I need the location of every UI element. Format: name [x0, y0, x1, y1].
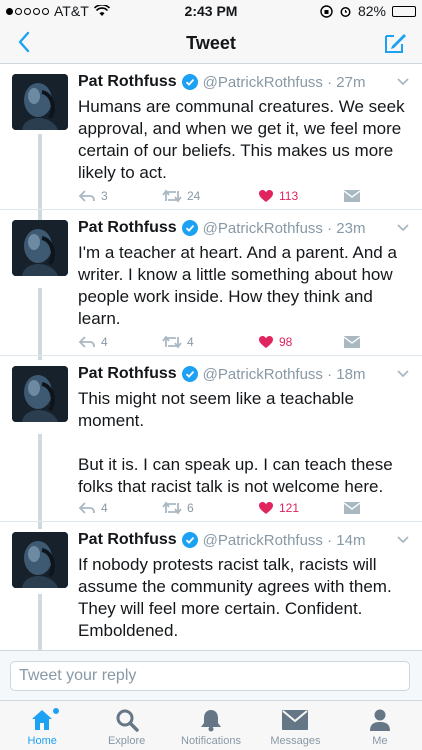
tab-bar: Home Explore Notifications Messages Me: [0, 700, 422, 750]
like-count: 121: [279, 501, 300, 515]
envelope-icon: [344, 336, 360, 348]
separator-dot: ·: [322, 531, 337, 549]
envelope-icon: [344, 502, 360, 514]
page-title: Tweet: [186, 33, 236, 53]
reply-button[interactable]: 4: [78, 335, 108, 349]
tweet-text: Humans are communal creatures. We seek a…: [78, 97, 405, 182]
tweet-time: 18m: [336, 365, 366, 383]
tab-explore[interactable]: Explore: [84, 701, 168, 750]
author-handle[interactable]: @PatrickRothfuss: [203, 74, 323, 91]
separator-dot: ·: [322, 73, 337, 91]
tweet-menu-chevron-icon[interactable]: [396, 74, 410, 92]
reply-bar: Tweet your reply: [0, 650, 422, 700]
like-count: 113: [279, 189, 299, 203]
home-icon: [32, 710, 53, 730]
tab-label: Explore: [107, 735, 146, 747]
tweet-time: 14m: [336, 531, 366, 549]
tweet[interactable]: Pat Rothfuss @PatrickRothfuss · 27m Huma…: [0, 64, 422, 210]
person-icon: [369, 709, 390, 731]
tweet[interactable]: Pat Rothfuss @PatrickRothfuss · 23m I'm …: [0, 210, 422, 356]
envelope-icon: [344, 190, 360, 202]
tab-label: Messages: [270, 735, 321, 747]
tab-notifications[interactable]: Notifications: [169, 701, 253, 750]
verified-badge-icon: [181, 532, 198, 548]
new-content-dot: [53, 708, 60, 714]
tab-me[interactable]: Me: [338, 701, 422, 750]
avatar[interactable]: [12, 366, 68, 422]
reply-count: 3: [101, 189, 108, 203]
heart-icon: [259, 502, 273, 514]
heart-icon: [259, 190, 273, 202]
tweet-menu-chevron-icon[interactable]: [396, 220, 410, 238]
tweet-time: 23m: [336, 219, 366, 237]
bell-icon: [201, 710, 222, 732]
reply-button[interactable]: 3: [78, 189, 108, 203]
author-name[interactable]: Pat Rothfuss: [78, 73, 177, 91]
reply-count: 4: [101, 335, 108, 349]
retweet-icon: [162, 501, 182, 515]
avatar[interactable]: [12, 74, 68, 130]
verified-badge-icon: [181, 74, 198, 90]
reply-input[interactable]: Tweet your reply: [10, 661, 410, 691]
separator-dot: ·: [322, 365, 337, 383]
compose-button[interactable]: [380, 28, 410, 58]
reply-icon: [78, 502, 95, 514]
avatar[interactable]: [12, 532, 68, 588]
tweet-menu-chevron-icon[interactable]: [396, 532, 410, 550]
author-name[interactable]: Pat Rothfuss: [78, 531, 177, 549]
tab-home[interactable]: Home: [0, 701, 84, 750]
author-handle[interactable]: @PatrickRothfuss: [203, 366, 323, 383]
tweet[interactable]: Pat Rothfuss @PatrickRothfuss · 14m If n…: [0, 522, 422, 650]
tweet-menu-chevron-icon[interactable]: [396, 366, 410, 384]
like-button[interactable]: 121: [258, 501, 299, 515]
retweet-icon: [162, 335, 182, 349]
retweet-icon: [162, 189, 182, 203]
tweet-thread: Pat Rothfuss @PatrickRothfuss · 27m Huma…: [0, 64, 422, 650]
navigation-bar: Tweet: [0, 22, 422, 64]
envelope-icon: [282, 710, 309, 730]
author-name[interactable]: Pat Rothfuss: [78, 219, 177, 237]
retweet-button[interactable]: 6: [162, 501, 194, 515]
reply-count: 4: [101, 501, 108, 515]
avatar[interactable]: [12, 220, 68, 276]
verified-badge-icon: [181, 220, 198, 236]
tweet-time: 27m: [336, 73, 366, 91]
author-handle[interactable]: @PatrickRothfuss: [203, 532, 323, 549]
like-button[interactable]: 98: [258, 335, 292, 349]
retweet-count: 6: [187, 501, 194, 515]
tab-messages[interactable]: Messages: [253, 701, 337, 750]
like-count: 98: [279, 335, 293, 349]
separator-dot: ·: [322, 219, 337, 237]
tweet-text: I'm a teacher at heart. And a parent. An…: [78, 243, 397, 328]
direct-message-button[interactable]: [344, 190, 360, 202]
retweet-count: 4: [187, 335, 194, 349]
reply-icon: [78, 336, 95, 348]
retweet-button[interactable]: 24: [162, 189, 200, 203]
direct-message-button[interactable]: [344, 502, 360, 514]
direct-message-button[interactable]: [344, 336, 360, 348]
tab-label: Me: [372, 735, 388, 747]
compose-icon: [385, 34, 406, 53]
verified-badge-icon: [181, 366, 198, 382]
tweet[interactable]: Pat Rothfuss @PatrickRothfuss · 18m This…: [0, 356, 422, 522]
like-button[interactable]: 113: [258, 189, 298, 203]
battery-icon: [392, 5, 416, 17]
orientation-lock-icon: [320, 4, 333, 18]
alarm-icon: [340, 6, 351, 17]
search-icon: [116, 709, 139, 732]
tweet-text: This might not seem like a teachable mom…: [78, 389, 393, 496]
retweet-count: 24: [187, 189, 201, 203]
retweet-button[interactable]: 4: [162, 335, 194, 349]
tweet-text: If nobody protests racist talk, racists …: [78, 555, 392, 640]
tab-label: Notifications: [181, 735, 241, 747]
reply-button[interactable]: 4: [78, 501, 108, 515]
tab-label: Home: [27, 735, 57, 747]
author-name[interactable]: Pat Rothfuss: [78, 365, 177, 383]
heart-icon: [259, 336, 273, 348]
reply-icon: [78, 190, 95, 202]
battery-percent: 82%: [357, 3, 386, 19]
author-handle[interactable]: @PatrickRothfuss: [203, 220, 323, 237]
status-bar: AT&T 2:43 PM 82%: [0, 0, 422, 22]
status-indicators: 82%: [320, 3, 416, 19]
